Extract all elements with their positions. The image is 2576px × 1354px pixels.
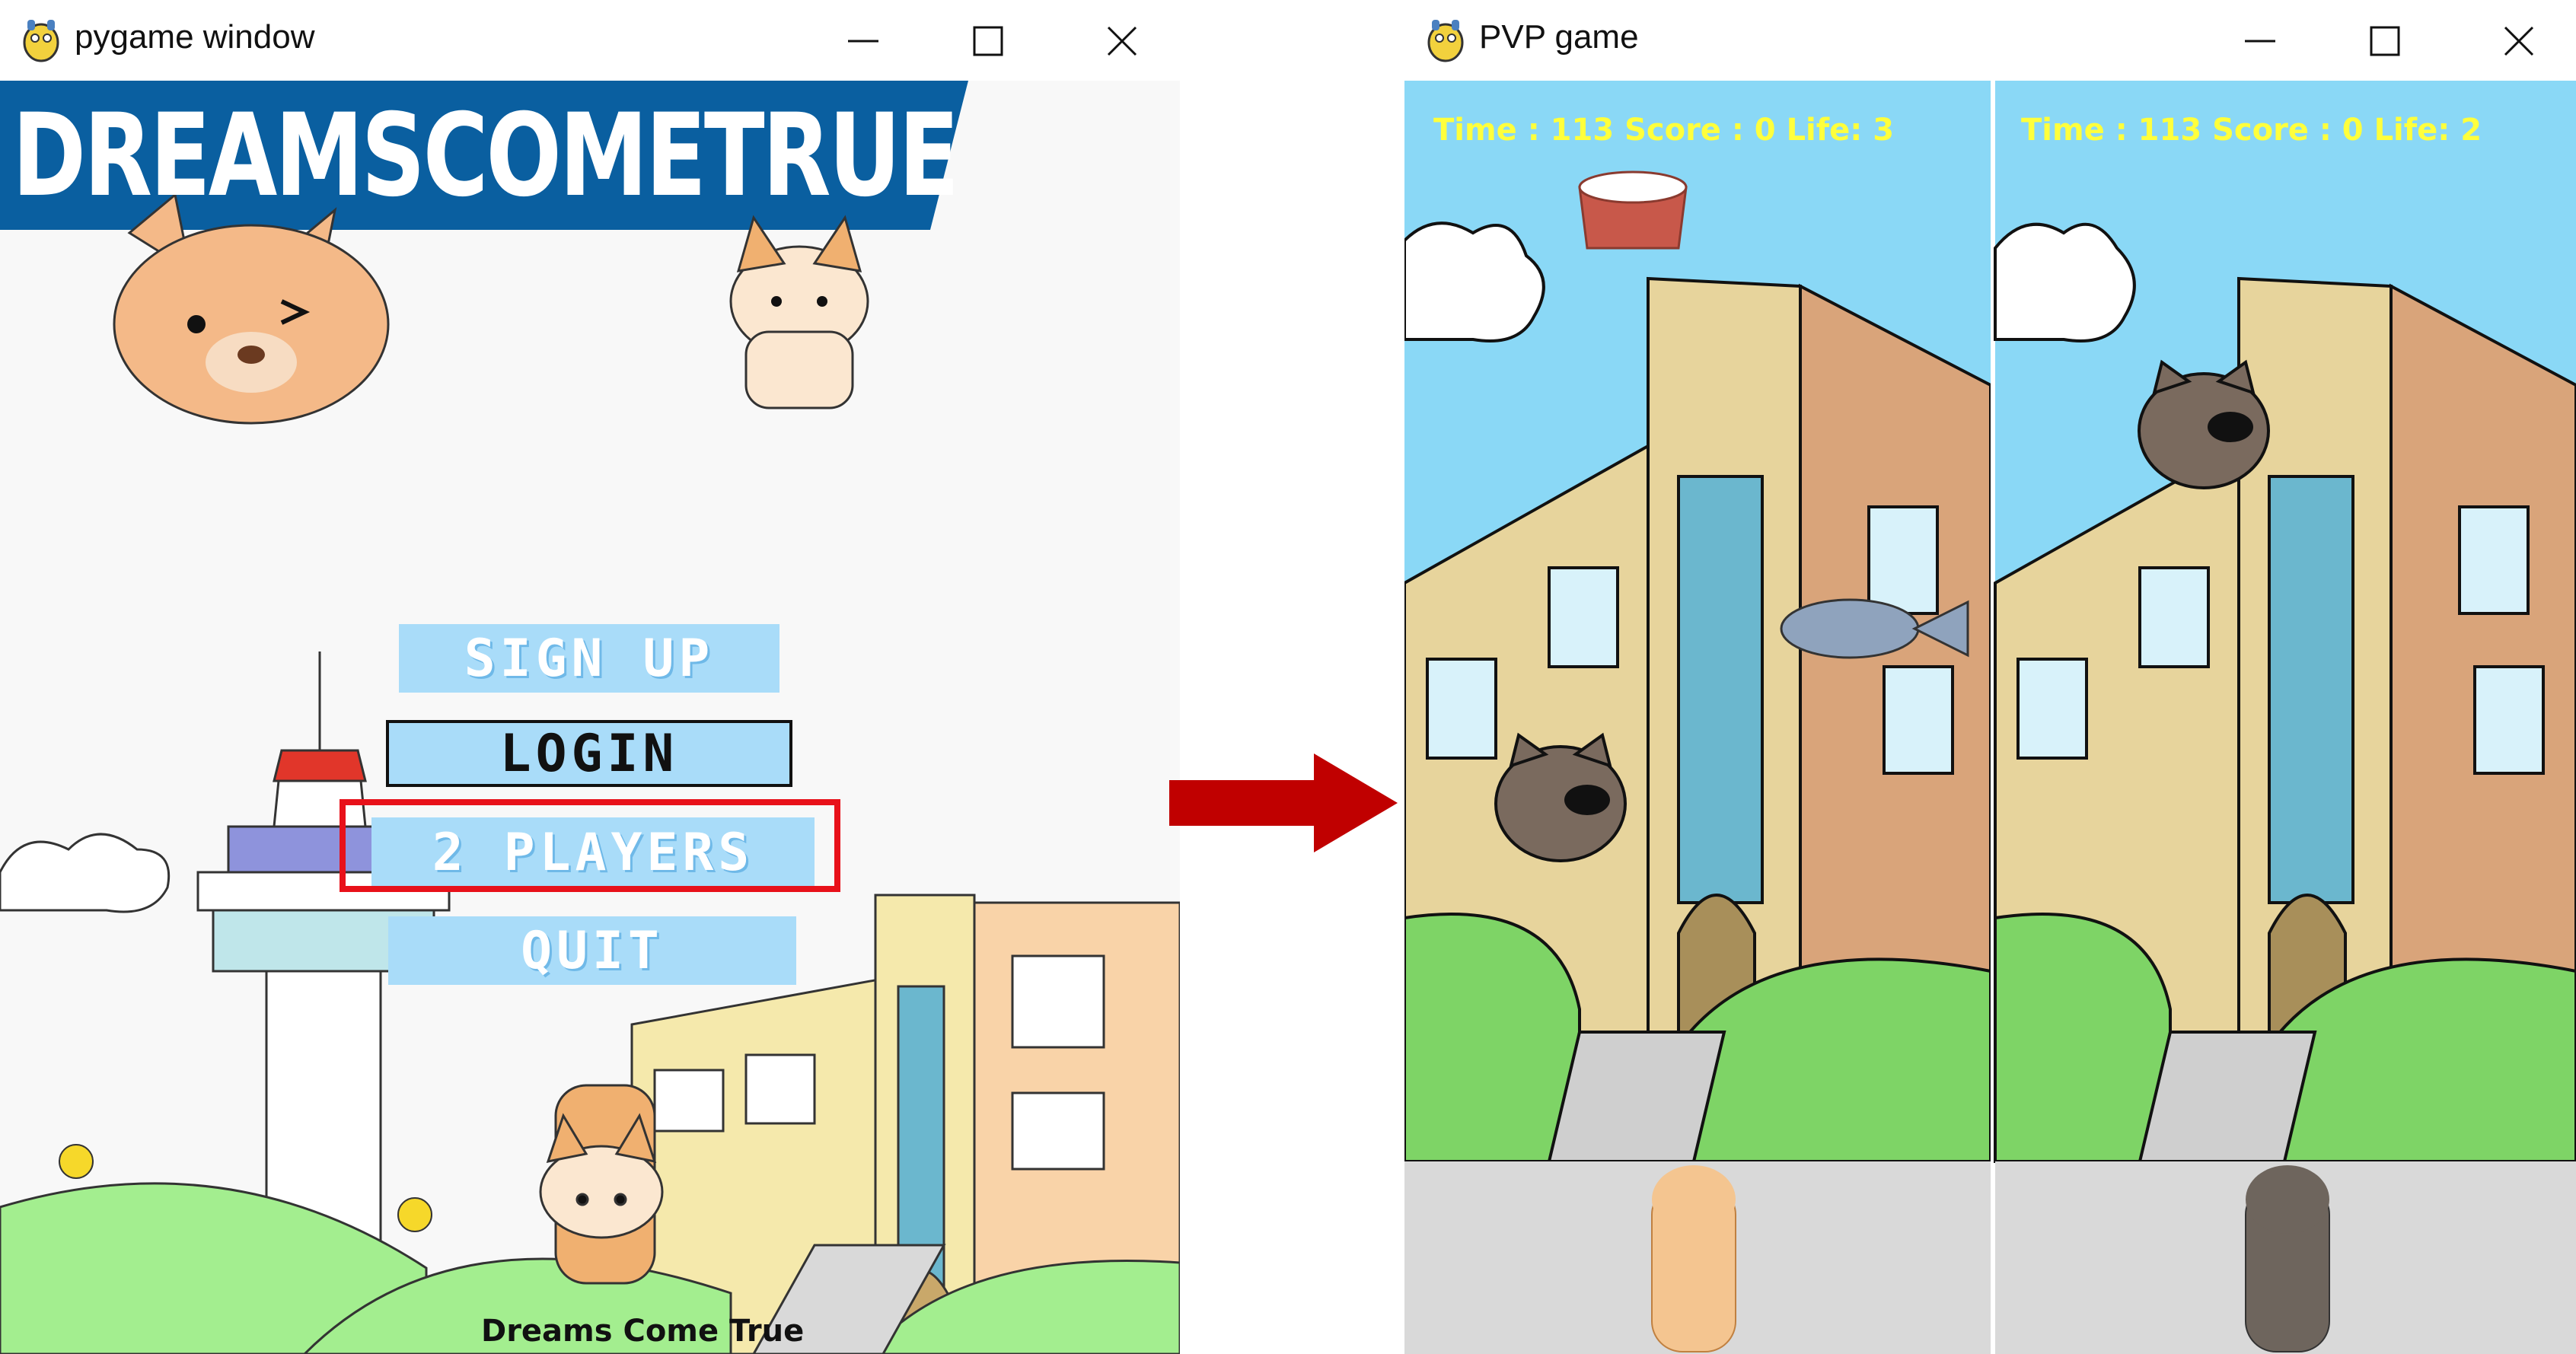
pygame-menu-window: pygame window DREAMSCOMETRUE SIGN UP LOG… — [0, 0, 1180, 1354]
player1-pane — [1404, 81, 1992, 1354]
time-label: Time : — [1433, 113, 1551, 148]
pirate-cat-enemy — [1494, 732, 1627, 862]
time-label: Time : — [2021, 113, 2138, 148]
sitting-cat-illustration — [729, 215, 869, 409]
pygame-logo-icon — [23, 20, 59, 62]
login-button[interactable]: LOGIN — [386, 720, 792, 787]
close-icon — [2504, 26, 2534, 56]
score-label: Score : — [1614, 113, 1755, 148]
maximize-icon — [2370, 26, 2400, 56]
minimize-icon — [848, 40, 878, 43]
minimize-button[interactable] — [2239, 20, 2281, 62]
player2-hud: Time : 113 Score : 0 Life: 2 — [2021, 113, 2482, 148]
minimize-icon — [2245, 40, 2275, 43]
time-value: 113 — [1550, 113, 1615, 148]
player1-hud: Time : 113 Score : 0 Life: 3 — [1433, 113, 1894, 148]
close-button[interactable] — [2498, 20, 2540, 62]
life-value: 3 — [1873, 113, 1895, 148]
menu-canvas: DREAMSCOMETRUE SIGN UP LOGIN 2 PLAYERS Q… — [0, 81, 1180, 1354]
quit-button[interactable]: QUIT — [388, 916, 796, 985]
time-value: 113 — [2138, 113, 2202, 148]
walking-cat-illustration — [539, 1084, 664, 1285]
footer-caption: Dreams Come True — [481, 1314, 805, 1349]
minimize-button[interactable] — [842, 20, 885, 62]
arrow-right-icon — [1169, 753, 1398, 852]
score-value: 0 — [1754, 113, 1776, 148]
player2-cat — [2245, 1165, 2330, 1352]
title-bar[interactable]: pygame window — [0, 0, 1180, 81]
life-value: 2 — [2460, 113, 2482, 148]
split-screen-scene — [1404, 81, 2576, 1354]
pygame-logo-icon — [1427, 20, 1464, 62]
pvp-game-window: PVP game Time: 113 Score: 0 Life: 3 Ti… — [1404, 0, 2576, 1354]
menu-background — [0, 81, 1180, 1354]
maximize-icon — [973, 26, 1003, 56]
game-title-banner: DREAMSCOMETRUE — [12, 90, 959, 222]
food-bowl-item — [1578, 170, 1688, 250]
close-button[interactable] — [1101, 20, 1143, 62]
window-title: PVP game — [1479, 18, 1639, 56]
score-label: Score : — [2201, 113, 2342, 148]
maximize-button[interactable] — [2364, 20, 2406, 62]
close-icon — [1107, 26, 1137, 56]
score-value: 0 — [2342, 113, 2364, 148]
sign-up-button[interactable]: SIGN UP — [399, 624, 779, 693]
life-label: Life: — [2363, 113, 2461, 148]
game-canvas: Time : 113 Score : 0 Life: 3 Time : 113 … — [1404, 81, 2576, 1354]
pirate-cat-enemy — [2138, 359, 2270, 489]
life-label: Life: — [1775, 113, 1873, 148]
selection-highlight-box — [340, 799, 840, 892]
player2-pane — [1994, 81, 2576, 1354]
title-bar[interactable]: PVP game — [1404, 0, 2576, 81]
player1-cat — [1651, 1165, 1736, 1352]
window-title: pygame window — [75, 18, 315, 56]
maximize-button[interactable] — [967, 20, 1009, 62]
